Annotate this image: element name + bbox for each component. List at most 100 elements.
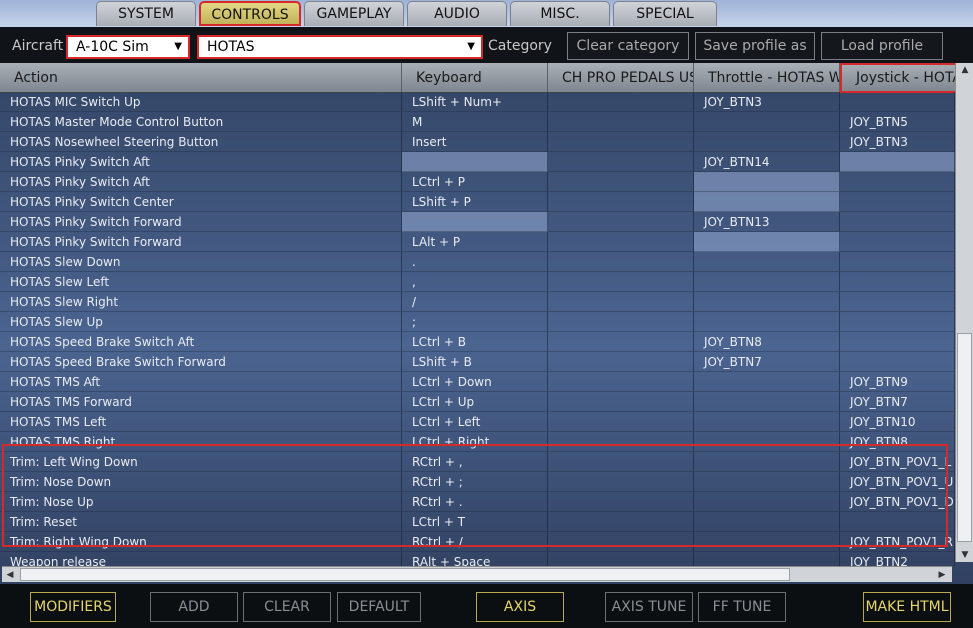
cell-action[interactable]: Trim: Nose Down bbox=[0, 472, 402, 492]
cell-keyboard[interactable]: LCtrl + B bbox=[402, 332, 548, 352]
cell-pedals[interactable] bbox=[548, 472, 694, 492]
table-row[interactable]: HOTAS Speed Brake Switch Forward LShift +… bbox=[0, 352, 955, 372]
axis-assign-button[interactable]: AXIS ASSIGN bbox=[476, 592, 564, 628]
table-row[interactable]: HOTAS TMS Aft LCtrl + Down JOY_BTN9 bbox=[0, 372, 955, 392]
cell-joystick[interactable]: JOY_BTN2 bbox=[840, 552, 955, 566]
cell-joystick[interactable] bbox=[840, 332, 955, 352]
tab-system[interactable]: SYSTEM bbox=[96, 1, 196, 26]
cell-throttle[interactable]: JOY_BTN14 bbox=[694, 152, 840, 172]
cell-joystick[interactable]: JOY_BTN_POV1_U bbox=[840, 472, 955, 492]
column-header-throttle[interactable]: Throttle - HOTAS Warthog bbox=[694, 63, 840, 93]
cell-action[interactable]: Trim: Reset bbox=[0, 512, 402, 532]
column-header-keyboard[interactable]: Keyboard bbox=[402, 63, 548, 93]
cell-keyboard[interactable]: RCtrl + , bbox=[402, 452, 548, 472]
table-row[interactable]: HOTAS Slew Down. bbox=[0, 252, 955, 272]
cell-action[interactable]: HOTAS Pinky Switch Forward bbox=[0, 212, 402, 232]
cell-pedals[interactable] bbox=[548, 152, 694, 172]
cell-pedals[interactable] bbox=[548, 512, 694, 532]
scroll-left-icon[interactable]: ◀ bbox=[2, 568, 18, 582]
cell-pedals[interactable] bbox=[548, 432, 694, 452]
table-row[interactable]: Trim: Nose Up RCtrl + . JOY_BTN_POV1_D bbox=[0, 492, 955, 512]
table-row[interactable]: HOTAS Slew Up; bbox=[0, 312, 955, 332]
cell-joystick[interactable]: JOY_BTN10 bbox=[840, 412, 955, 432]
cell-action[interactable]: HOTAS Pinky Switch Center bbox=[0, 192, 402, 212]
table-row[interactable]: HOTAS TMS Right LCtrl + Right JOY_BTN8 bbox=[0, 432, 955, 452]
cell-throttle[interactable]: JOY_BTN13 bbox=[694, 212, 840, 232]
table-row[interactable]: HOTAS MIC Switch Up LShift + Num+ JOY_BTN3 bbox=[0, 92, 955, 112]
tab-controls[interactable]: CONTROLS bbox=[199, 1, 301, 26]
cell-keyboard[interactable]: LShift + P bbox=[402, 192, 548, 212]
cell-keyboard[interactable]: LAlt + P bbox=[402, 232, 548, 252]
aircraft-select[interactable]: A-10C Sim ▼ bbox=[66, 35, 190, 59]
cell-throttle[interactable] bbox=[694, 232, 840, 252]
cell-action[interactable]: Weapon release bbox=[0, 552, 402, 566]
table-row[interactable]: HOTAS Pinky Switch Center LShift + P bbox=[0, 192, 955, 212]
cell-joystick[interactable]: JOY_BTN3 bbox=[840, 132, 955, 152]
table-row[interactable]: Trim: Reset LCtrl + T bbox=[0, 512, 955, 532]
cell-joystick[interactable] bbox=[840, 352, 955, 372]
tab-audio[interactable]: AUDIO bbox=[407, 1, 507, 26]
cell-pedals[interactable] bbox=[548, 392, 694, 412]
column-header-action[interactable]: Action bbox=[0, 63, 402, 93]
cell-pedals[interactable] bbox=[548, 252, 694, 272]
cell-throttle[interactable] bbox=[694, 132, 840, 152]
cell-pedals[interactable] bbox=[548, 312, 694, 332]
cell-joystick[interactable] bbox=[840, 92, 955, 112]
cell-keyboard[interactable]: LShift + Num+ bbox=[402, 92, 548, 112]
cell-joystick[interactable] bbox=[840, 212, 955, 232]
table-row[interactable]: Trim: Right Wing Down RCtrl + / JOY_BTN_PO… bbox=[0, 532, 955, 552]
cell-action[interactable]: HOTAS Slew Up bbox=[0, 312, 402, 332]
cell-pedals[interactable] bbox=[548, 332, 694, 352]
cell-keyboard[interactable]: ; bbox=[402, 312, 548, 332]
table-row[interactable]: Trim: Nose Down RCtrl + ; JOY_BTN_POV1_U bbox=[0, 472, 955, 492]
cell-throttle[interactable] bbox=[694, 272, 840, 292]
cell-joystick[interactable] bbox=[840, 312, 955, 332]
cell-keyboard[interactable]: M bbox=[402, 112, 548, 132]
modifiers-button[interactable]: MODIFIERS bbox=[30, 592, 116, 622]
cell-throttle[interactable] bbox=[694, 472, 840, 492]
table-row[interactable]: HOTAS TMS Left LCtrl + Left JOY_BTN10 bbox=[0, 412, 955, 432]
column-header-pedals[interactable]: CH PRO PEDALS USB bbox=[548, 63, 694, 93]
cell-action[interactable]: HOTAS TMS Right bbox=[0, 432, 402, 452]
cell-throttle[interactable] bbox=[694, 452, 840, 472]
table-row[interactable]: HOTAS Speed Brake Switch Aft LCtrl + B JOY… bbox=[0, 332, 955, 352]
cell-keyboard[interactable]: LCtrl + Up bbox=[402, 392, 548, 412]
cell-joystick[interactable]: JOY_BTN_POV1_R bbox=[840, 532, 955, 552]
cell-keyboard[interactable]: RCtrl + ; bbox=[402, 472, 548, 492]
default-button[interactable]: DEFAULT bbox=[337, 592, 421, 622]
cell-action[interactable]: HOTAS Pinky Switch Forward bbox=[0, 232, 402, 252]
cell-throttle[interactable] bbox=[694, 372, 840, 392]
table-row[interactable]: HOTAS Slew Right / bbox=[0, 292, 955, 312]
ff-tune-button[interactable]: FF TUNE bbox=[698, 592, 786, 622]
cell-pedals[interactable] bbox=[548, 112, 694, 132]
cell-pedals[interactable] bbox=[548, 372, 694, 392]
cell-throttle[interactable] bbox=[694, 552, 840, 566]
cell-joystick[interactable] bbox=[840, 292, 955, 312]
cell-joystick[interactable]: JOY_BTN8 bbox=[840, 432, 955, 452]
cell-pedals[interactable] bbox=[548, 292, 694, 312]
cell-throttle[interactable] bbox=[694, 432, 840, 452]
make-html-button[interactable]: MAKE HTML bbox=[863, 592, 951, 622]
cell-pedals[interactable] bbox=[548, 532, 694, 552]
cell-joystick[interactable]: JOY_BTN5 bbox=[840, 112, 955, 132]
clear-button[interactable]: CLEAR bbox=[243, 592, 331, 622]
cell-action[interactable]: HOTAS Speed Brake Switch Forward bbox=[0, 352, 402, 372]
scroll-right-icon[interactable]: ▶ bbox=[934, 568, 950, 582]
cell-pedals[interactable] bbox=[548, 212, 694, 232]
cell-throttle[interactable] bbox=[694, 252, 840, 272]
cell-throttle[interactable] bbox=[694, 312, 840, 332]
cell-pedals[interactable] bbox=[548, 92, 694, 112]
cell-pedals[interactable] bbox=[548, 272, 694, 292]
cell-keyboard[interactable]: RAlt + Space bbox=[402, 552, 548, 566]
cell-keyboard[interactable]: LCtrl + P bbox=[402, 172, 548, 192]
cell-pedals[interactable] bbox=[548, 132, 694, 152]
cell-keyboard[interactable]: LCtrl + Left bbox=[402, 412, 548, 432]
cell-action[interactable]: HOTAS Pinky Switch Aft bbox=[0, 172, 402, 192]
horizontal-scroll-thumb[interactable] bbox=[20, 568, 790, 581]
cell-throttle[interactable]: JOY_BTN3 bbox=[694, 92, 840, 112]
cell-pedals[interactable] bbox=[548, 452, 694, 472]
scroll-up-icon[interactable]: ▲ bbox=[957, 63, 973, 77]
cell-pedals[interactable] bbox=[548, 192, 694, 212]
tab-misc[interactable]: MISC. bbox=[510, 1, 610, 26]
scroll-down-icon[interactable]: ▼ bbox=[957, 548, 973, 562]
